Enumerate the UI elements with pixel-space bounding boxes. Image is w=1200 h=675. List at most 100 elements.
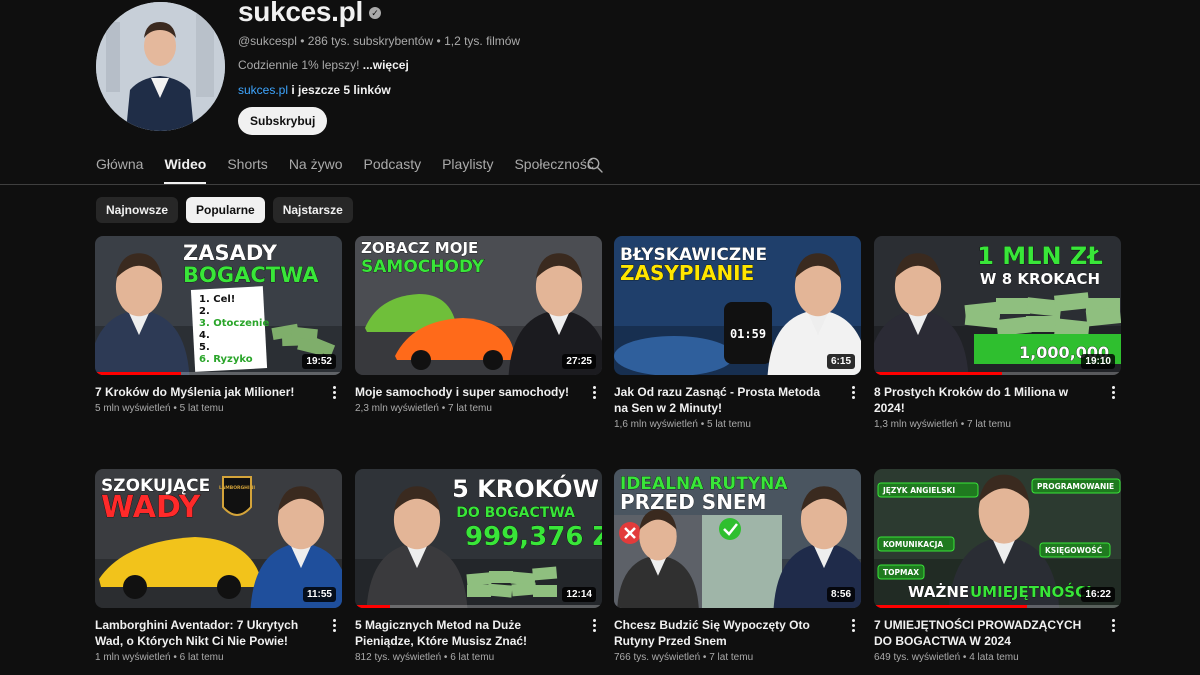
thumbnail-list-item: 4.	[199, 330, 210, 341]
channel-links: sukces.pl i jeszcze 5 linków	[238, 83, 391, 97]
video-title[interactable]: 5 Magicznych Metod na Duże Pieniądze, Kt…	[355, 617, 577, 649]
video-title[interactable]: 8 Prostych Kroków do 1 Miliona w 2024!	[874, 384, 1096, 416]
avatar-photo	[96, 2, 225, 131]
video-card[interactable]: IDEALNA RUTYNA PRZED SNEM 8:56 Chcesz Budzi…	[614, 469, 861, 663]
thumbnail-headline-2: UMIEJĘTNOŚCI	[970, 582, 1092, 601]
video-duration: 11:55	[302, 587, 336, 602]
video-title[interactable]: 7 UMIEJĘTNOŚCI PROWADZĄCYCH DO BOGACTWA …	[874, 617, 1096, 649]
video-thumbnail[interactable]: 1 MLN ZŁ W 8 KROKACH 1,000,000 19:10	[874, 236, 1121, 375]
more-vert-icon[interactable]	[1110, 386, 1116, 400]
meta-separator: •	[436, 34, 441, 48]
video-title[interactable]: 7 Kroków do Myślenia jak Milioner!	[95, 384, 317, 400]
thumbnail-headline-1: ZOBACZ MOJE	[361, 239, 478, 257]
upload-age: 5 lat temu	[706, 419, 751, 430]
upload-age: 5 lat temu	[179, 403, 224, 414]
tab-playlists[interactable]: Playlisty	[442, 150, 493, 184]
more-vert-icon[interactable]	[850, 619, 856, 633]
thumbnail-headline-2: DO BOGACTWA	[456, 505, 575, 521]
video-thumbnail[interactable]: ZOBACZ MOJE SAMOCHODY 27:25	[355, 236, 602, 375]
video-stats: 649 tys. wyświetleń • 4 lata temu	[874, 652, 1019, 663]
search-icon[interactable]	[587, 157, 603, 173]
video-title[interactable]: Chcesz Budzić Się Wypoczęty Oto Rutyny P…	[614, 617, 836, 649]
sort-chips: Najnowsze Popularne Najstarsze	[96, 197, 361, 223]
tab-community[interactable]: Społeczność	[514, 150, 593, 184]
view-count: 5 mln wyświetleń	[95, 403, 171, 414]
meta-separator: •	[170, 403, 180, 414]
video-duration: 16:22	[1081, 587, 1115, 602]
meta-separator: •	[438, 403, 448, 414]
thumbnail-tag: KOMUNIKACJA	[883, 540, 943, 549]
thumbnail-headline-1: 1 MLN ZŁ	[977, 242, 1102, 270]
subscribe-button[interactable]: Subskrybuj	[238, 107, 328, 135]
thumbnail-list-item: 1. Cel!	[199, 294, 235, 305]
view-count: 1,3 mln wyświetleń	[874, 419, 958, 430]
upload-age: 7 lat temu	[447, 403, 492, 414]
thumbnail-art: IDEALNA RUTYNAPRZED SNEM	[614, 469, 861, 608]
chip-popular[interactable]: Popularne	[186, 197, 265, 223]
more-vert-icon[interactable]	[1110, 619, 1116, 633]
thumbnail-list-item: 5.	[199, 342, 210, 353]
view-count: 812 tys. wyświetleń	[355, 652, 442, 663]
video-thumbnail[interactable]: ZASADY BOGACTWA 1. Cel! 2. 3. Otoczenie 4. 5. 6…	[95, 236, 342, 375]
video-title[interactable]: Lamborghini Aventador: 7 Ukrytych Wad, o…	[95, 617, 317, 649]
video-thumbnail[interactable]: BŁYSKAWICZNE ZASYPIANIE 01:59 6:15	[614, 236, 861, 375]
video-thumbnail[interactable]: JĘZYK ANGIELSKI PROGRAMOWANIE KOMUNIKACJA K…	[874, 469, 1121, 608]
channel-avatar[interactable]	[96, 2, 225, 131]
channel-name: sukces.pl	[238, 0, 363, 27]
video-duration: 8:56	[826, 587, 855, 602]
video-card[interactable]: SZOKUJĄCE WADY LAMBORGHINI 11:55 Lamborghini…	[95, 469, 342, 663]
view-count: 2,3 mln wyświetleń	[355, 403, 439, 414]
video-thumbnail[interactable]: 5 KROKÓW DO BOGACTWA999,376 ZŁ 12:14	[355, 469, 602, 608]
video-stats: 766 tys. wyświetleń • 7 lat temu	[614, 652, 753, 663]
video-title[interactable]: Jak Od razu Zasnąć - Prosta Metoda na Se…	[614, 384, 836, 416]
thumbnail-list-item: 6. Ryzyko	[199, 354, 253, 365]
chip-oldest[interactable]: Najstarsze	[272, 197, 353, 223]
video-card[interactable]: JĘZYK ANGIELSKI PROGRAMOWANIE KOMUNIKACJA K…	[874, 469, 1121, 663]
tab-videos[interactable]: Wideo	[164, 150, 206, 184]
view-count: 649 tys. wyświetleń	[874, 652, 961, 663]
more-vert-icon[interactable]	[331, 386, 337, 400]
tab-home[interactable]: Główna	[96, 150, 143, 184]
video-count: 1,2 tys. filmów	[444, 34, 521, 48]
thumbnail-list-item: 2.	[199, 306, 210, 317]
more-vert-icon[interactable]	[591, 386, 597, 400]
thumbnail-headline-2: WADY	[101, 490, 202, 525]
view-count: 766 tys. wyświetleń	[614, 652, 701, 663]
video-title[interactable]: Moje samochody i super samochody!	[355, 384, 577, 400]
more-vert-icon[interactable]	[850, 386, 856, 400]
video-card[interactable]: 5 KROKÓW DO BOGACTWA999,376 ZŁ 12:14 5 Magi…	[355, 469, 602, 663]
thumbnail-tag: PROGRAMOWANIE	[1037, 482, 1114, 491]
tab-live[interactable]: Na żywo	[289, 150, 343, 184]
video-thumbnail[interactable]: SZOKUJĄCE WADY LAMBORGHINI 11:55	[95, 469, 342, 608]
meta-separator: •	[700, 652, 710, 663]
video-stats: 1,3 mln wyświetleń • 7 lat temu	[874, 419, 1011, 430]
video-card[interactable]: BŁYSKAWICZNE ZASYPIANIE 01:59 6:15 Jak Od ra…	[614, 236, 861, 430]
watch-progress-bar	[95, 372, 182, 375]
video-card[interactable]: ZOBACZ MOJE SAMOCHODY 27:25 Moje samochody …	[355, 236, 602, 414]
tab-shorts[interactable]: Shorts	[227, 150, 267, 184]
channel-description: Codziennie 1% lepszy! ...więcej	[238, 58, 409, 72]
description-text: Codziennie 1% lepszy!	[238, 58, 360, 72]
chip-newest[interactable]: Najnowsze	[96, 197, 179, 223]
upload-age: 4 lata temu	[969, 652, 1019, 663]
video-card[interactable]: ZASADY BOGACTWA 1. Cel! 2. 3. Otoczenie 4. 5. 6…	[95, 236, 342, 414]
channel-site-link[interactable]: sukces.pl	[238, 83, 288, 97]
thumbnail-headline-1: WAŻNE	[908, 582, 969, 601]
upload-age: 6 lat temu	[179, 652, 224, 663]
thumbnail-headline-2: W 8 KROKACH	[980, 270, 1100, 288]
more-links-link[interactable]: i jeszcze 5 linków	[291, 83, 390, 97]
more-link[interactable]: ...więcej	[363, 58, 409, 72]
thumbnail-headline-2: ZASYPIANIE	[620, 261, 754, 285]
video-card[interactable]: 1 MLN ZŁ W 8 KROKACH 1,000,000 19:10 8 Prost…	[874, 236, 1121, 430]
video-thumbnail[interactable]: IDEALNA RUTYNA PRZED SNEM 8:56	[614, 469, 861, 608]
meta-separator: •	[960, 652, 970, 663]
more-vert-icon[interactable]	[331, 619, 337, 633]
thumbnail-headline-2: BOGACTWA	[183, 263, 319, 287]
upload-age: 6 lat temu	[450, 652, 495, 663]
watch-progress-bar	[874, 372, 1003, 375]
thumbnail-headline-2: SAMOCHODY	[361, 257, 485, 277]
thumbnail-art: BŁYSKAWICZNEZASYPIANIE01:59	[614, 236, 861, 375]
tab-podcasts[interactable]: Podcasty	[364, 150, 422, 184]
verified-check-icon: ✓	[369, 7, 381, 19]
more-vert-icon[interactable]	[591, 619, 597, 633]
